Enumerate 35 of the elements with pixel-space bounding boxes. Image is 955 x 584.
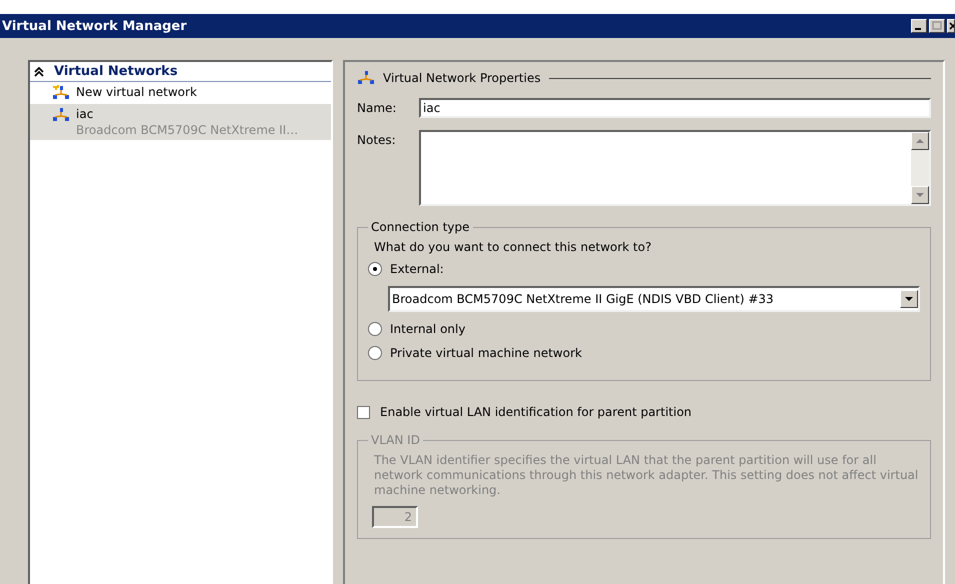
radio-button[interactable] <box>368 322 382 336</box>
item-label: iac <box>76 107 94 121</box>
new-network-icon <box>52 85 70 101</box>
radio-button[interactable] <box>368 262 382 276</box>
prompt-text: What do you want to connect this network to? <box>374 240 652 254</box>
scroll-down-icon[interactable] <box>911 186 929 204</box>
window-title: Virtual Network Manager <box>1 18 187 34</box>
maximize-icon[interactable] <box>929 19 945 33</box>
field-label: Name: <box>357 100 398 115</box>
radio-label: External: <box>390 262 444 276</box>
description-text: The VLAN identifier specifies the virtual LAN that the parent partition will use for all network communications through this network adapter. This setting does not affect virtual machine networking. <box>374 453 920 498</box>
item-detail: Broadcom BCM5709C NetXtreme II… <box>76 123 298 137</box>
section-title: Virtual Network Properties <box>383 71 541 85</box>
section-heading: Virtual Networks <box>54 64 178 79</box>
network-list-item[interactable]: iac Broadcom BCM5709C NetXtreme II… <box>30 104 331 140</box>
network-list-item[interactable]: New virtual network <box>30 82 331 104</box>
network-icon <box>357 70 375 86</box>
notes-field[interactable] <box>419 130 931 206</box>
checkbox[interactable] <box>357 406 370 418</box>
group-title: Connection type <box>370 220 471 234</box>
collapse-icon[interactable] <box>34 66 44 76</box>
checkbox-label: Enable virtual LAN identification for parent partition <box>380 405 692 419</box>
close-icon[interactable] <box>947 19 955 33</box>
adapter-dropdown[interactable]: Broadcom BCM5709C NetXtreme II GigE (NDIS VBD Client) #33 <box>388 286 920 312</box>
field-label: Notes: <box>357 132 397 147</box>
scroll-up-icon[interactable] <box>911 132 929 150</box>
network-icon <box>52 107 70 123</box>
minimize-icon[interactable] <box>911 19 927 33</box>
radio-button[interactable] <box>368 346 382 360</box>
dropdown-icon[interactable] <box>900 290 918 308</box>
radio-label: Internal only <box>390 322 466 336</box>
group-title: VLAN ID <box>370 433 421 447</box>
radio-label: Private virtual machine network <box>390 346 582 360</box>
name-field[interactable]: iac <box>419 98 931 118</box>
item-label: New virtual network <box>76 85 197 99</box>
